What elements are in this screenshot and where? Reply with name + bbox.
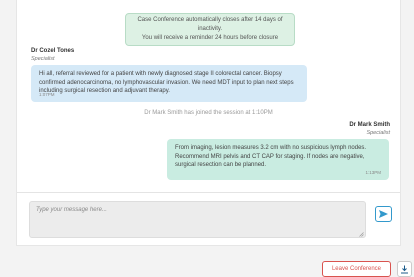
- conference-chat-panel: Case Conference automatically closes aft…: [16, 0, 401, 246]
- auto-close-notice: Case Conference automatically closes aft…: [125, 13, 295, 46]
- message-input[interactable]: [29, 201, 366, 238]
- resize-grip-icon[interactable]: [359, 232, 364, 237]
- compose-divider: [17, 192, 400, 193]
- message-time: 1:07PM: [39, 91, 55, 97]
- send-button[interactable]: [375, 206, 392, 222]
- message-sender-role: Specialist: [366, 130, 390, 136]
- send-arrow-icon: [379, 210, 388, 218]
- message-text: Hi all, referral reviewed for a patient …: [39, 71, 294, 94]
- message-sender-role: Specialist: [31, 56, 55, 62]
- message-sender-name: Dr Mark Smith: [349, 122, 390, 128]
- notice-line-2: You will receive a reminder 24 hours bef…: [141, 35, 279, 41]
- notice-line-1: Case Conference automatically closes aft…: [137, 17, 283, 32]
- system-join-message: Dr Mark Smith has joined the session at …: [144, 110, 273, 116]
- message-sender-name: Dr Cozel Tones: [31, 48, 75, 54]
- message-time: 1:13PM: [365, 169, 381, 175]
- message-text: From imaging, lesion measures 3.2 cm wit…: [175, 145, 367, 168]
- outgoing-message-bubble: From imaging, lesion measures 3.2 cm wit…: [167, 139, 389, 180]
- incoming-message-bubble: Hi all, referral reviewed for a patient …: [31, 65, 307, 102]
- download-icon: [401, 265, 408, 273]
